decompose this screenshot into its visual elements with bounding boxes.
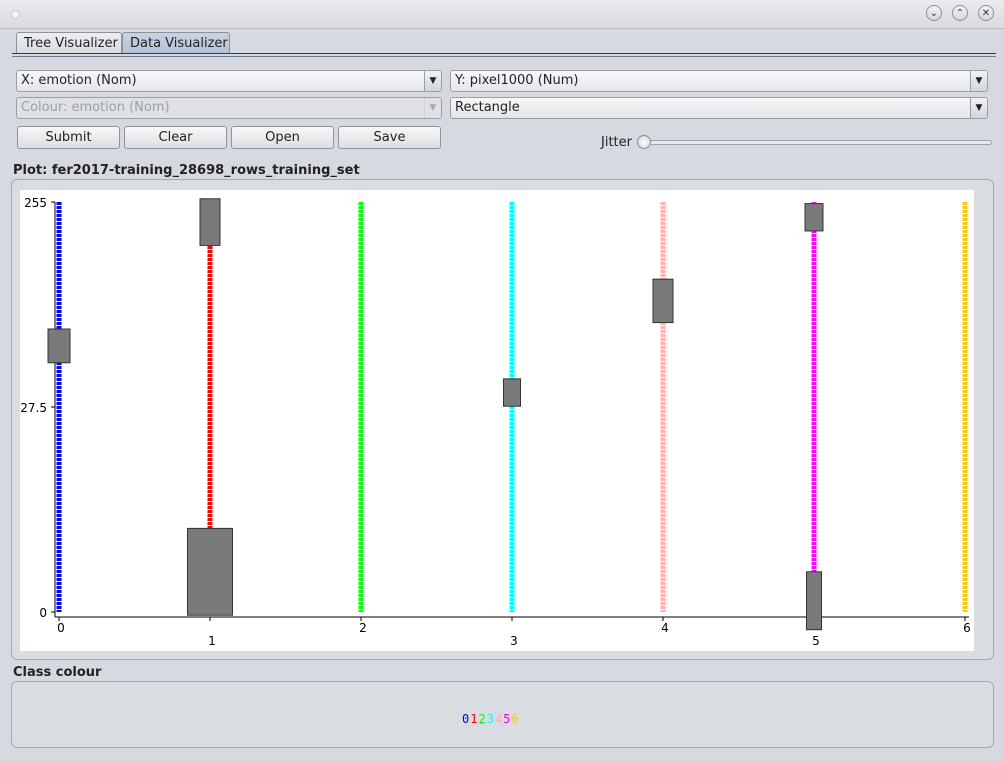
plot-area[interactable]: 255 127.5 00 1 2 3 4 5 6 [13,190,974,651]
rectangle-mark [804,203,824,232]
rectangle-mark [503,378,521,407]
legend-item-0: 0 [462,712,470,726]
x-tick-label: 5 [812,634,820,648]
scatter-plot: 255 127.5 00 1 2 3 4 5 6 [13,196,971,648]
shape-select[interactable]: Rectangle ▼ [450,97,988,119]
rectangle-mark [806,571,822,631]
rectangle-mark [199,198,221,246]
x-axis-select-value: X: emotion (Nom) [21,73,137,88]
window-titlebar: ⌄ ⌃ ✕ [0,0,1004,29]
clear-button[interactable]: Clear [124,126,227,149]
class-colour-legend: 0123456 [462,712,520,726]
submit-button[interactable]: Submit [17,126,120,149]
legend-title: Class colour [13,665,102,680]
legend-item-6: 6 [511,712,519,726]
y-axis-select-value: Y: pixel1000 (Num) [455,73,579,88]
tab-data-visualizer[interactable]: Data Visualizer [122,32,230,54]
legend-item-4: 4 [494,712,503,726]
rectangle-mark [47,328,71,364]
close-button[interactable]: ✕ [978,5,994,21]
window-menu-icon[interactable] [11,10,20,19]
jitter-slider-thumb[interactable] [637,135,651,149]
plot-title: Plot: fer2017-training_28698_rows_traini… [13,163,360,178]
y-tick-label: 127.5 [20,401,47,415]
minimize-button[interactable]: ⌄ [926,5,942,21]
y-axis-select[interactable]: Y: pixel1000 (Num) ▼ [450,70,988,92]
save-button[interactable]: Save [338,126,441,149]
tab-tree-visualizer[interactable]: Tree Visualizer [16,32,122,54]
x-tick-label: 0 [57,621,65,635]
colour-select-value: Colour: emotion (Nom) [21,100,170,115]
colour-select: Colour: emotion (Nom) ▼ [16,97,442,119]
x-axis-select[interactable]: X: emotion (Nom) ▼ [16,70,442,92]
legend-item-2: 2 [478,712,486,726]
x-tick-label: 3 [510,634,518,648]
x-tick-label: 4 [661,621,669,635]
chevron-down-icon[interactable]: ▼ [424,71,441,91]
chevron-down-icon[interactable]: ▼ [970,71,987,91]
jitter-slider[interactable] [641,140,992,145]
legend-item-3: 3 [486,712,494,726]
x-tick-label: 2 [359,621,367,635]
shape-select-value: Rectangle [455,100,520,115]
rectangle-mark [187,527,233,616]
jitter-label: Jitter [601,135,632,150]
rectangle-mark [652,278,674,324]
y-tick-label: 0 [39,606,47,620]
x-tick-label: 1 [208,634,216,648]
maximize-button[interactable]: ⌃ [952,5,968,21]
x-tick-label: 6 [963,621,971,635]
tab-divider [12,53,996,57]
legend-item-1: 1 [470,712,478,726]
legend-item-5: 5 [503,712,511,726]
chevron-down-icon: ▼ [424,98,441,118]
chevron-down-icon[interactable]: ▼ [970,98,987,118]
y-tick-label: 255 [24,196,47,210]
open-button[interactable]: Open [231,126,334,149]
